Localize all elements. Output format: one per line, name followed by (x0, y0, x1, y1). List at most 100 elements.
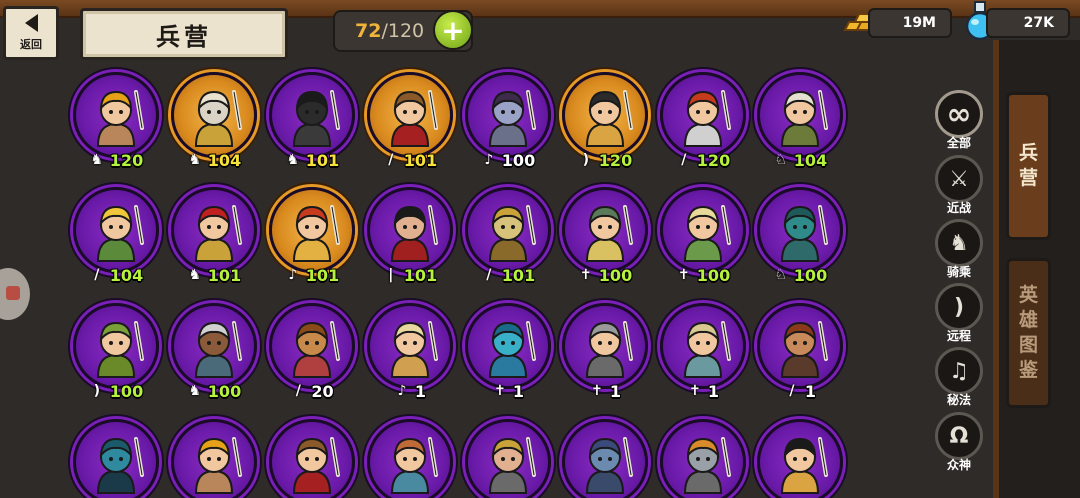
filter-infinity[interactable]: ∞ 全部 (934, 90, 984, 151)
unit-card[interactable]: ♘ 100 (752, 187, 848, 287)
unit-portrait (780, 90, 828, 147)
tab-barracks[interactable]: 兵 营 (1006, 92, 1051, 240)
filter-magic-note[interactable]: ♫ 秘法 (934, 347, 984, 408)
unit-card[interactable]: ♞ 104 (166, 72, 262, 172)
unit-card[interactable] (460, 419, 556, 498)
unit-level: 101 (305, 265, 340, 285)
unit-card[interactable]: ♘ 104 (752, 72, 848, 172)
unit-card[interactable]: ♪ 1 (362, 303, 458, 403)
unit-card[interactable]: ♞ 120 (68, 72, 164, 172)
unit-card[interactable] (68, 419, 164, 498)
magic-type-icon: ♪ (484, 152, 494, 168)
unit-card[interactable]: ✝ 100 (557, 187, 653, 287)
unit-card[interactable]: ♪ 101 (264, 187, 360, 287)
unit-portrait (488, 321, 536, 378)
unit-level: 100 (696, 265, 731, 285)
unit-portrait (194, 321, 242, 378)
omega-icon: Ω (935, 412, 983, 460)
tab-heroes-char-4: 鉴 (1018, 359, 1038, 381)
unit-level-bar: ♘ 104 (752, 149, 848, 171)
unit-portrait (585, 321, 633, 378)
filter-label: 远程 (946, 329, 971, 343)
unit-level-bar: ♪ 1 (362, 380, 458, 402)
filter-label: 骑乘 (946, 265, 971, 279)
mounted-type-icon: ♞ (188, 152, 202, 168)
unit-card[interactable] (752, 419, 848, 498)
unit-card[interactable]: ) 120 (557, 72, 653, 172)
unit-card[interactable] (264, 419, 360, 498)
unit-level: 100 (793, 265, 828, 285)
unit-level: 101 (305, 150, 340, 170)
unit-level: 1 (609, 381, 622, 401)
unit-portrait (780, 437, 828, 494)
unit-card[interactable] (166, 419, 262, 498)
magic-note-icon: ♫ (935, 347, 983, 395)
unit-card[interactable] (557, 419, 653, 498)
unit-level-bar: / 120 (655, 149, 751, 171)
unit-level-bar: ♪ 101 (264, 264, 360, 286)
unit-card[interactable] (362, 419, 458, 498)
unit-level-bar: ♞ 104 (166, 149, 262, 171)
unit-level-bar: / 20 (264, 380, 360, 402)
unit-portrait (194, 90, 242, 147)
unit-card[interactable]: /1 (752, 303, 848, 403)
filter-label: 秘法 (946, 393, 971, 407)
back-label: 返回 (20, 38, 42, 51)
magic-type-icon: ♪ (288, 267, 298, 283)
unit-card[interactable]: ♞ 101 (264, 72, 360, 172)
unit-card[interactable]: / 101 (362, 72, 458, 172)
tab-heroes-char-3: 图 (1018, 334, 1038, 356)
unit-level-bar: ♞ 100 (166, 380, 262, 402)
unit-level-bar: ✝ 100 (557, 264, 653, 286)
unit-level-bar: / 104 (68, 264, 164, 286)
unit-level-bar: / 101 (460, 264, 556, 286)
unit-card[interactable]: ✝ 1 (460, 303, 556, 403)
unit-portrait (96, 437, 144, 494)
unit-card[interactable]: / 20 (264, 303, 360, 403)
potion-amount: 27K (986, 8, 1070, 38)
unit-card[interactable] (655, 419, 751, 498)
unit-portrait (96, 205, 144, 262)
bow-icon: ) (935, 283, 983, 331)
back-button[interactable]: 返回 (3, 6, 59, 60)
filter-label: 众神 (946, 458, 971, 472)
unit-level: 1 (414, 381, 427, 401)
unit-portrait (488, 90, 536, 147)
back-arrow-icon (24, 14, 38, 32)
unit-level: 1 (707, 381, 720, 401)
side-chat-button[interactable] (0, 268, 30, 320)
unit-level-bar: ♞ 101 (166, 264, 262, 286)
unit-card[interactable]: | 101 (362, 187, 458, 287)
unit-level-bar: ♞ 101 (264, 149, 360, 171)
unit-card[interactable]: ♞ 100 (166, 303, 262, 403)
unit-card[interactable]: ♪ 100 (460, 72, 556, 172)
ranged-type-icon: ) (582, 152, 589, 168)
unit-card[interactable]: ✝ 100 (655, 187, 751, 287)
unit-level: 104 (207, 150, 242, 170)
melee-type-icon: / (486, 267, 492, 283)
unit-card[interactable]: ♞ 101 (166, 187, 262, 287)
unit-card[interactable]: ✝ 1 (557, 303, 653, 403)
unit-card[interactable]: / 104 (68, 187, 164, 287)
add-capacity-button[interactable]: + (433, 10, 473, 50)
holy-type-icon: ✝ (677, 267, 690, 283)
filter-omega[interactable]: Ω 众神 (934, 412, 984, 473)
unit-card[interactable]: / 101 (460, 187, 556, 287)
unit-portrait (292, 321, 340, 378)
unit-card[interactable]: / 120 (655, 72, 751, 172)
tab-hero-codex[interactable]: 英 雄 图 鉴 (1006, 258, 1051, 408)
filter-horse-head[interactable]: ♞ 骑乘 (934, 219, 984, 280)
unit-portrait (292, 90, 340, 147)
unit-portrait (683, 437, 731, 494)
filter-bow[interactable]: ) 远程 (934, 283, 984, 344)
unit-card[interactable]: ✝ 1 (655, 303, 751, 403)
unit-level-bar: ) 120 (557, 149, 653, 171)
unit-level: 100 (109, 381, 144, 401)
unit-card[interactable]: ) 100 (68, 303, 164, 403)
page-title: 兵营 (156, 22, 212, 51)
filter-sword[interactable]: ⚔ 近战 (934, 155, 984, 216)
holy-type-icon: ✝ (494, 383, 506, 399)
unit-portrait (390, 205, 438, 262)
unit-level: 1 (804, 381, 817, 401)
unit-portrait (585, 90, 633, 147)
